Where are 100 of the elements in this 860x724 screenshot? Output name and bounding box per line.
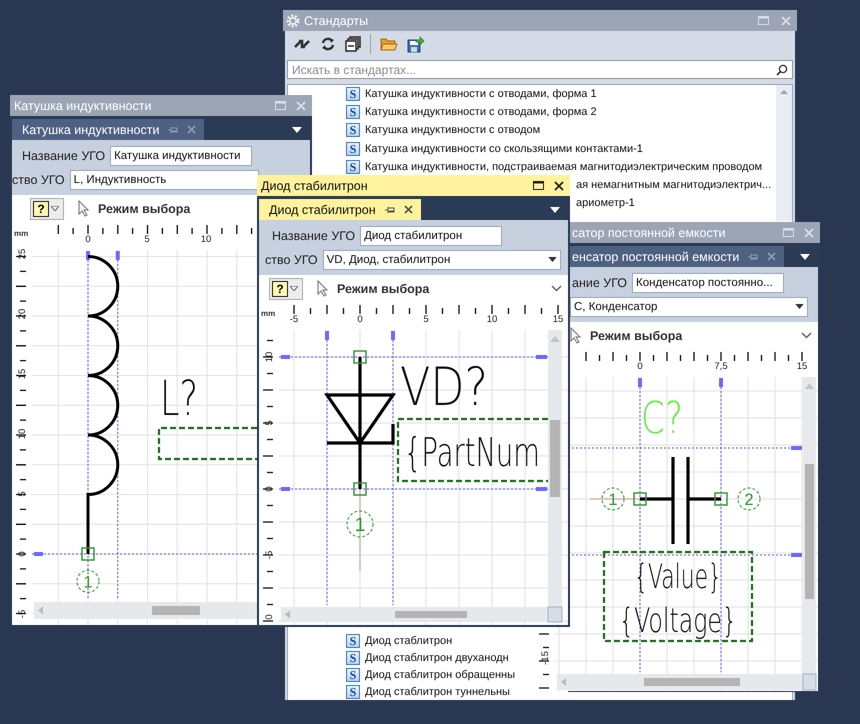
folder-icon[interactable]	[380, 36, 398, 52]
help-button[interactable]: ?	[269, 278, 303, 300]
ruler-label: 5	[264, 420, 275, 426]
horizontal-scrollbar[interactable]	[34, 602, 257, 619]
ruler-label: 0	[85, 234, 91, 245]
ruler-label: -5	[264, 550, 275, 560]
selection-mode-label[interactable]: Режим выбора	[98, 202, 190, 216]
attribute-text: {Voltage}	[619, 600, 737, 640]
unit-label: mm	[261, 309, 276, 318]
pin-marker[interactable]	[353, 350, 367, 364]
field-label: ание УГО	[572, 276, 627, 290]
horizontal-scrollbar[interactable]	[281, 607, 548, 622]
zener-diode-symbol[interactable]	[325, 355, 396, 491]
standard-item[interactable]: Диод стаблитрон обращенны	[365, 668, 516, 680]
close-icon[interactable]	[404, 205, 413, 214]
vertical-scrollbar[interactable]	[776, 85, 792, 221]
help-button[interactable]: ?	[30, 198, 64, 220]
close-icon[interactable]	[554, 180, 564, 190]
designation-combobox[interactable]: C, Конденсатор	[570, 296, 808, 316]
pin-marker[interactable]	[714, 492, 728, 506]
field-label: ство УГО	[12, 172, 65, 186]
attribute-frame[interactable]	[602, 550, 754, 642]
guide-handle[interactable]	[791, 553, 802, 557]
standard-item[interactable]: Катушка индуктивности с отводами, форма 2	[365, 106, 597, 118]
pin-marker[interactable]	[633, 492, 647, 506]
search-icon[interactable]	[776, 64, 788, 76]
refresh-icon[interactable]	[320, 36, 336, 52]
pointer-icon[interactable]	[317, 280, 329, 297]
attribute-frame[interactable]	[158, 426, 257, 460]
window-title: Катушка индуктивности	[14, 98, 152, 112]
guide-handle[interactable]	[325, 331, 329, 340]
type-badge: S	[346, 650, 360, 664]
type-badge: S	[346, 87, 360, 102]
type-badge: S	[346, 634, 360, 648]
standard-item[interactable]: Диод стаблитрон двуханодн	[365, 652, 509, 664]
dropdown-icon[interactable]	[800, 254, 810, 260]
name-field[interactable]: Диод стабилитрон	[360, 226, 502, 246]
search-field[interactable]: Искать в стандартах...	[287, 60, 793, 79]
standard-item[interactable]: ариометр-1	[576, 197, 635, 210]
guide-handle[interactable]	[116, 251, 120, 260]
chevron-icon[interactable]	[801, 332, 812, 339]
ruler-label: 15	[17, 368, 28, 380]
guide-handle[interactable]	[719, 378, 723, 387]
standard-item[interactable]: Катушка индуктивности, подстраиваемая магнитодиэлектрическим проводом	[365, 160, 762, 173]
pin-marker[interactable]	[81, 547, 95, 561]
inductor-symbol[interactable]	[86, 255, 120, 554]
document-tab[interactable]: Диод стабилитрон	[259, 199, 421, 220]
pin-marker[interactable]	[353, 482, 367, 496]
chevron-icon[interactable]	[551, 285, 562, 292]
standard-item[interactable]: Катушка индуктивности с отводом	[365, 124, 540, 136]
type-badge: S	[346, 160, 360, 174]
window-title: Диод стабилитрон	[261, 178, 369, 192]
field-label: Название УГО	[22, 148, 106, 162]
save-icon[interactable]	[407, 36, 425, 52]
guide-handle[interactable]	[86, 251, 90, 260]
guide-handle[interactable]	[391, 331, 395, 340]
guide-handle[interactable]	[281, 355, 290, 359]
dropdown-icon[interactable]	[548, 257, 557, 262]
caret-icon[interactable]	[290, 286, 298, 291]
standard-item[interactable]: Катушка индуктивности с отводами, форма 1	[365, 88, 597, 100]
pointer-icon[interactable]	[78, 200, 90, 217]
capacitor-symbol[interactable]	[638, 455, 723, 546]
standard-item[interactable]: Катушка индуктивности со скользящими контактами-1	[365, 142, 643, 155]
pointer-icon[interactable]	[570, 327, 582, 344]
ruler-label: 10	[200, 234, 212, 245]
attribute-field[interactable]: {PartNum	[396, 418, 548, 482]
dropdown-icon[interactable]	[292, 127, 302, 133]
guide-handle[interactable]	[536, 487, 547, 491]
standard-item[interactable]: ая немагнитным магнитодиэлектрич...	[576, 179, 772, 192]
ruler-label: 20	[17, 308, 28, 320]
caret-icon[interactable]	[51, 206, 59, 211]
name-field[interactable]: Конденсатор постоянно...	[632, 272, 784, 292]
horizontal-scrollbar[interactable]	[557, 674, 803, 690]
guide-handle[interactable]	[791, 446, 802, 450]
standard-item[interactable]: Диод стаблитрон	[365, 634, 452, 646]
windows-icon[interactable]	[345, 36, 361, 52]
pin-icon[interactable]	[384, 206, 395, 214]
selection-mode-label[interactable]: Режим выбора	[337, 282, 430, 296]
standard-item[interactable]: Диод стаблитрон туннельны	[365, 686, 510, 698]
ruler-label: 5	[17, 491, 28, 497]
guide-handle[interactable]	[638, 378, 642, 387]
pin-number: 1	[346, 510, 374, 538]
name-field[interactable]: Катушка индуктивности	[110, 146, 252, 166]
ruler-scale	[538, 633, 550, 689]
vertical-scrollbar[interactable]	[803, 377, 816, 674]
ruler-label: 15	[796, 361, 808, 372]
type-badge: S	[346, 668, 360, 682]
dropdown-icon[interactable]	[550, 207, 560, 213]
guide-handle[interactable]	[34, 552, 43, 556]
dropdown-icon[interactable]	[795, 304, 804, 309]
pin-number: 1	[602, 488, 624, 510]
vertical-scrollbar[interactable]	[548, 330, 562, 607]
guide-handle[interactable]	[536, 355, 547, 359]
maximize-icon[interactable]	[533, 181, 544, 190]
designation-combobox[interactable]: L, Индуктивность	[70, 170, 259, 190]
attribute-text: {Value}	[634, 557, 722, 596]
guide-handle[interactable]	[281, 487, 290, 491]
ruler-label: 10	[264, 352, 275, 362]
designation-combobox[interactable]: VD, Диод, стабилитрон	[322, 250, 561, 270]
selection-mode-label[interactable]: Режим выбора	[590, 328, 682, 342]
